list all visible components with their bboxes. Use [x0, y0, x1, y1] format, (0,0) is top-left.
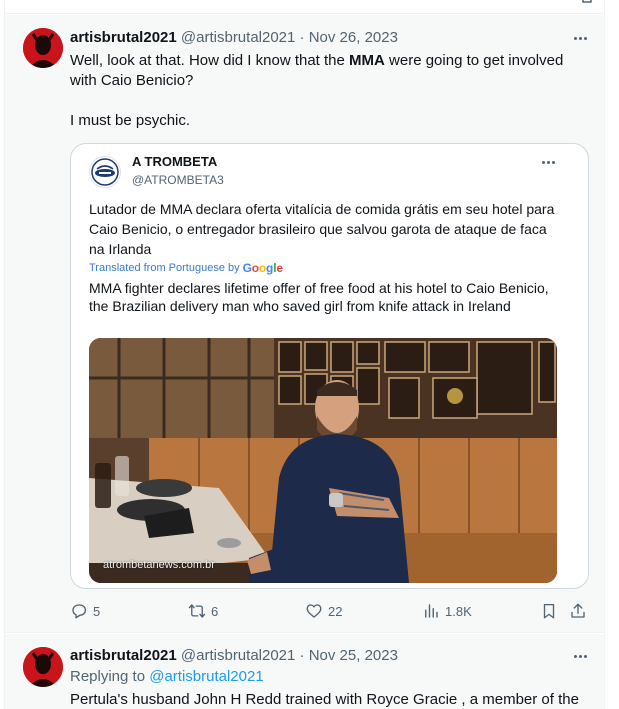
avatar-image: [23, 647, 63, 687]
retweet-count: 6: [211, 603, 219, 619]
tweet-text: Pertula's husband John H Redd trained wi…: [70, 691, 579, 708]
bookmark-button[interactable]: [540, 601, 558, 621]
tweet-header: artisbrutal2021 @artisbrutal2021 · Nov 2…: [70, 28, 398, 48]
more-icon[interactable]: [538, 154, 558, 170]
bookmark-icon: [543, 603, 555, 619]
trombeta-logo: [91, 158, 119, 186]
tweet-date[interactable]: Nov 26, 2023: [309, 29, 398, 46]
restaurant-photo: [89, 338, 557, 583]
separator: ·: [299, 647, 305, 664]
quoted-translated-text: MMA fighter declares lifetime offer of f…: [89, 280, 549, 314]
more-icon[interactable]: [570, 28, 590, 48]
tweet[interactable]: artisbrutal2021 @artisbrutal2021 · Nov 2…: [5, 634, 604, 709]
tweet-date[interactable]: Nov 25, 2023: [309, 647, 398, 664]
share-icon[interactable]: [581, 0, 593, 6]
like-count: 22: [328, 603, 343, 619]
author-handle[interactable]: @artisbrutal2021: [181, 29, 295, 46]
quoted-author-handle[interactable]: @ATROMBETA3: [132, 172, 224, 188]
translated-label[interactable]: Translated from Portuguese by: [89, 261, 240, 275]
avatar[interactable]: [23, 647, 63, 687]
views-button[interactable]: 1.8K: [422, 601, 472, 621]
quoted-tweet[interactable]: A TROMBETA @ATROMBETA3 Lutador de MMA de…: [70, 143, 589, 589]
quoted-original-text: Lutador de MMA declara oferta vitalícia …: [89, 201, 555, 257]
reply-icon: [72, 604, 87, 619]
tweet-text: Well, look at that. How did I know that …: [70, 52, 564, 89]
avatar-image: [23, 28, 63, 68]
like-icon: [306, 604, 322, 618]
retweet-icon: [188, 604, 206, 618]
column-border-right: [604, 0, 605, 709]
image-watermark: atrombetanews.com.br: [103, 559, 215, 571]
retweet-button[interactable]: 6: [188, 601, 218, 621]
share-button[interactable]: [569, 601, 587, 621]
reply-button[interactable]: 5: [70, 601, 100, 621]
tweet[interactable]: artisbrutal2021 @artisbrutal2021 · Nov 2…: [5, 15, 604, 633]
quoted-image[interactable]: atrombetanews.com.br: [89, 338, 557, 583]
replying-label: Replying to: [70, 668, 150, 685]
quoted-avatar[interactable]: [89, 156, 121, 188]
tweet-header: artisbrutal2021 @artisbrutal2021 · Nov 2…: [70, 646, 398, 666]
author-name[interactable]: artisbrutal2021: [70, 29, 177, 46]
tweet-text-second-paragraph: I must be psychic.: [70, 112, 191, 129]
previous-tweet-stub: [4, 0, 605, 14]
author-handle[interactable]: @artisbrutal2021: [181, 647, 295, 664]
view-count: 1.8K: [445, 603, 472, 619]
share-icon: [571, 603, 585, 618]
views-icon: [425, 604, 438, 618]
tweet-actions: 5 6 22 1.8K: [70, 601, 590, 621]
author-name[interactable]: artisbrutal2021: [70, 647, 177, 664]
google-logo: Google: [242, 261, 283, 275]
reply-count: 5: [93, 603, 101, 619]
replying-mention[interactable]: @artisbrutal2021: [149, 668, 263, 685]
like-button[interactable]: 22: [305, 601, 342, 621]
avatar[interactable]: [23, 28, 63, 68]
more-icon[interactable]: [570, 646, 590, 666]
quoted-author-name[interactable]: A TROMBETA: [132, 154, 217, 170]
replying-to: Replying to @artisbrutal2021: [70, 667, 264, 687]
separator: ·: [299, 29, 305, 46]
translation-attribution: Translated from Portuguese by Google: [89, 261, 283, 275]
